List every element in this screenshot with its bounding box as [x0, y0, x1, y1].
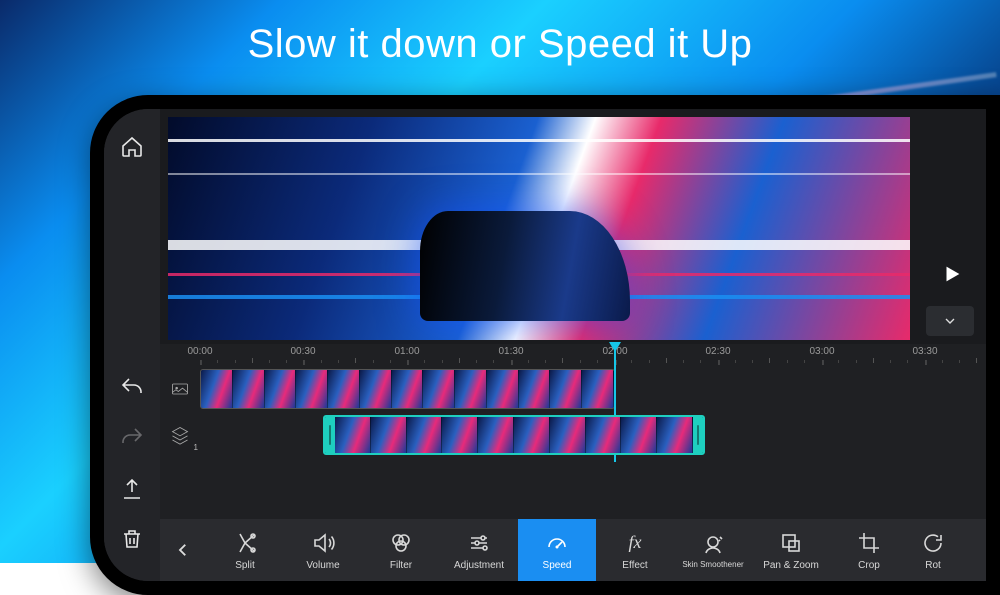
media-track-icon: [170, 379, 190, 399]
layers-track-icon: [170, 425, 190, 445]
tool-filter[interactable]: Filter: [362, 519, 440, 581]
split-icon: [233, 531, 257, 555]
video-preview[interactable]: [168, 117, 910, 340]
edit-toolstrip: Split Volume Filter Adjustment: [160, 519, 986, 581]
timeline-ruler[interactable]: 00:00 00:30 01:00 01:30 02:00 02:30 03:0…: [160, 344, 986, 366]
track1-icon-slot: [160, 366, 200, 412]
video-clip-1[interactable]: [200, 369, 615, 409]
filter-icon: [389, 531, 413, 555]
chevron-down-icon: [942, 313, 958, 329]
tool-label: Pan & Zoom: [763, 560, 819, 571]
video-clip-2-selected[interactable]: [323, 415, 705, 455]
pan-zoom-icon: [779, 531, 803, 555]
video-track-2[interactable]: 1: [160, 412, 986, 458]
tool-label: Rot: [925, 560, 941, 571]
rotate-icon: [921, 531, 945, 555]
tool-label: Effect: [622, 560, 647, 571]
tool-label: Crop: [858, 560, 880, 571]
track-count-badge: 1: [194, 443, 198, 452]
tool-label: Adjustment: [454, 560, 504, 571]
tool-label: Volume: [306, 560, 339, 571]
speed-icon: [545, 531, 569, 555]
play-icon: [941, 263, 963, 285]
export-icon: [120, 477, 144, 501]
ruler-mark: 02:30: [705, 346, 730, 357]
delete-button[interactable]: [114, 521, 150, 557]
crop-icon: [857, 531, 881, 555]
tool-label: Filter: [390, 560, 412, 571]
preview-collapse-button[interactable]: [926, 306, 974, 336]
ruler-mark: 00:30: [290, 346, 315, 357]
adjustment-icon: [467, 531, 491, 555]
chevron-left-icon: [174, 541, 192, 559]
main-area: 00:00 00:30 01:00 01:30 02:00 02:30 03:0…: [160, 109, 986, 581]
toolstrip-scroll[interactable]: Split Volume Filter Adjustment: [206, 519, 986, 581]
tool-speed[interactable]: Speed: [518, 519, 596, 581]
volume-icon: [311, 531, 335, 555]
tool-label: Speed: [543, 560, 572, 571]
ruler-mark: 02:00: [602, 346, 627, 357]
toolstrip-back-button[interactable]: [160, 519, 206, 581]
headline-text: Slow it down or Speed it Up: [0, 22, 1000, 67]
play-button[interactable]: [928, 250, 976, 298]
trash-icon: [120, 527, 144, 551]
ruler-mark: 01:00: [394, 346, 419, 357]
tool-volume[interactable]: Volume: [284, 519, 362, 581]
home-button[interactable]: [114, 129, 150, 165]
ruler-mark: 03:00: [809, 346, 834, 357]
left-toolbar: [104, 109, 160, 581]
preview-controls: [918, 109, 986, 344]
tool-crop[interactable]: Crop: [830, 519, 908, 581]
home-icon: [120, 135, 144, 159]
phone-frame: 00:00 00:30 01:00 01:30 02:00 02:30 03:0…: [90, 95, 1000, 595]
skin-icon: [701, 532, 725, 556]
tool-rotate[interactable]: Rot: [908, 519, 958, 581]
undo-icon: [120, 377, 144, 401]
tool-skin-smoothener[interactable]: Skin Smoothener: [674, 519, 752, 581]
fx-icon: fx: [629, 532, 642, 553]
ruler-mark: 03:30: [912, 346, 937, 357]
track2-icon-slot: 1: [160, 412, 200, 458]
tool-pan-zoom[interactable]: Pan & Zoom: [752, 519, 830, 581]
redo-button[interactable]: [114, 421, 150, 457]
tool-adjustment[interactable]: Adjustment: [440, 519, 518, 581]
timeline: 00:00 00:30 01:00 01:30 02:00 02:30 03:0…: [160, 344, 986, 519]
tool-split[interactable]: Split: [206, 519, 284, 581]
tool-label: Skin Smoothener: [682, 561, 743, 569]
undo-button[interactable]: [114, 371, 150, 407]
redo-icon: [120, 427, 144, 451]
ruler-mark: 00:00: [187, 346, 212, 357]
clip-left-handle[interactable]: [325, 417, 335, 453]
tool-effect[interactable]: fx Effect: [596, 519, 674, 581]
clip-right-handle[interactable]: [693, 417, 703, 453]
export-button[interactable]: [114, 471, 150, 507]
tool-label: Split: [235, 560, 254, 571]
ruler-mark: 01:30: [498, 346, 523, 357]
app-screen: 00:00 00:30 01:00 01:30 02:00 02:30 03:0…: [104, 109, 986, 581]
video-track-1[interactable]: [160, 366, 986, 412]
